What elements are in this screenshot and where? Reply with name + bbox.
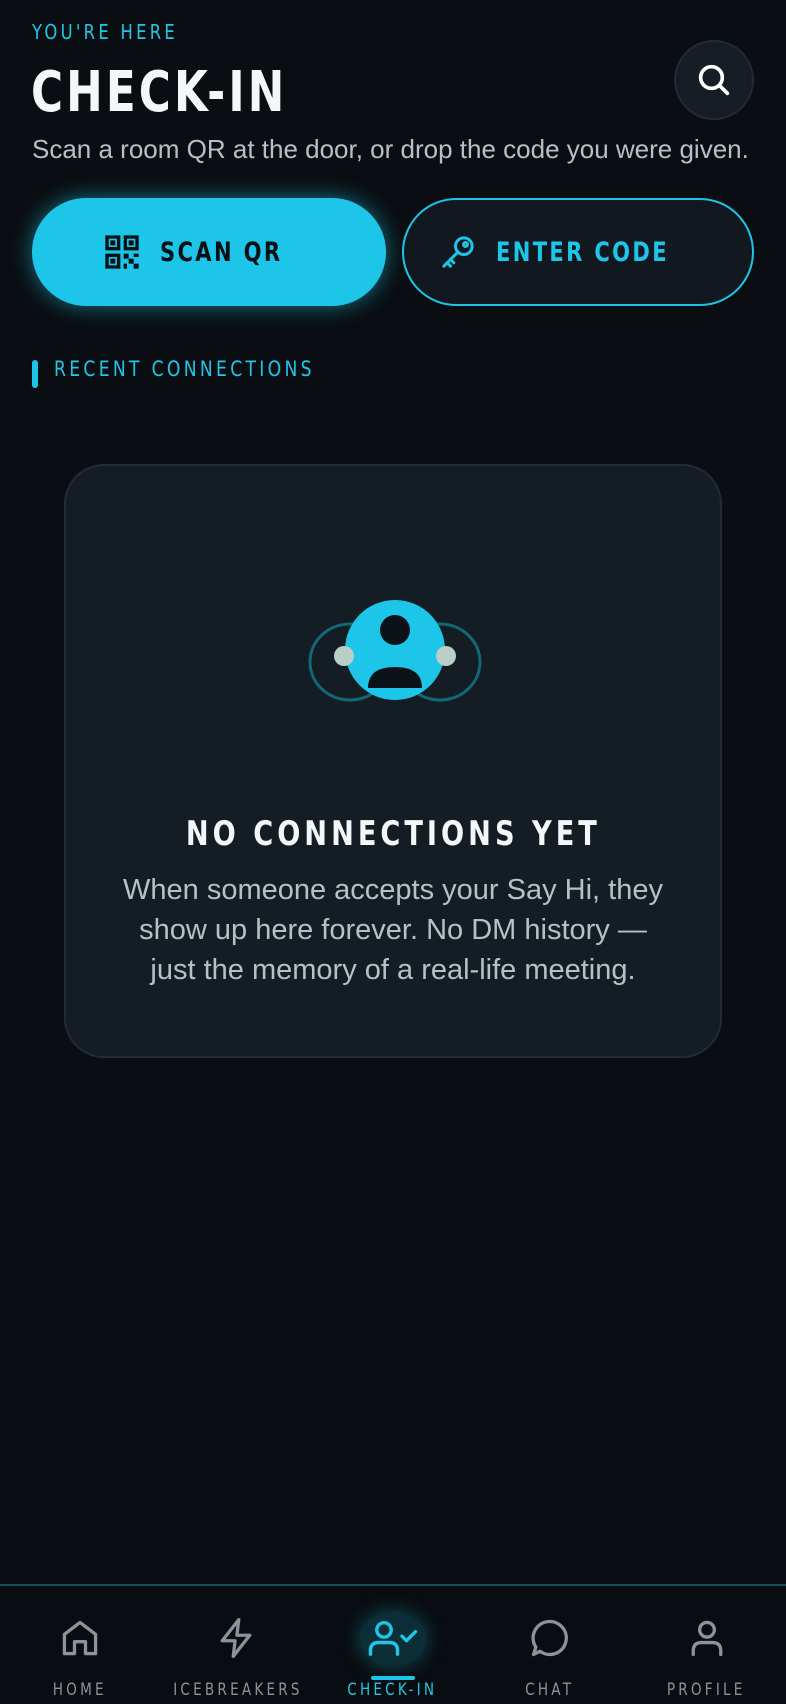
page-subtitle: Scan a room QR at the door, or drop the … bbox=[32, 134, 749, 164]
enter-code-label: ENTER CODE bbox=[496, 236, 670, 268]
section-accent-bar bbox=[32, 360, 38, 388]
user-icon bbox=[691, 1620, 722, 1657]
nav-item-home[interactable]: HOME bbox=[1, 1586, 158, 1704]
recent-connections-header: RECENT CONNECTIONS bbox=[32, 350, 372, 388]
nav-item-check-in[interactable]: CHECK-IN bbox=[314, 1586, 471, 1704]
page-title: CHECK-IN bbox=[31, 60, 288, 125]
scan-qr-button[interactable]: SCAN QR bbox=[32, 198, 386, 306]
nav-label-profile: PROFILE bbox=[667, 1680, 746, 1696]
bottom-nav: HOME ICEBREAKERS CHECK-IN CHAT PROFILE bbox=[0, 1584, 786, 1704]
empty-state-title: NO CONNECTIONS YET bbox=[185, 814, 601, 854]
nav-label-icebreakers: ICEBREAKERS bbox=[173, 1680, 303, 1696]
page-eyebrow: YOU'RE HERE bbox=[32, 20, 179, 44]
connections-icon bbox=[308, 600, 482, 702]
lightning-icon bbox=[220, 1618, 251, 1658]
nav-label-home: HOME bbox=[52, 1680, 107, 1696]
section-label: RECENT CONNECTIONS bbox=[54, 357, 315, 381]
empty-state-card: NO CONNECTIONS YET When someone accepts … bbox=[64, 464, 722, 1058]
nav-item-chat[interactable]: CHAT bbox=[471, 1586, 628, 1704]
home-icon bbox=[62, 1620, 97, 1656]
nav-item-icebreakers[interactable]: ICEBREAKERS bbox=[157, 1586, 314, 1704]
scan-qr-label: SCAN QR bbox=[159, 236, 282, 268]
user-check-icon bbox=[368, 1620, 417, 1656]
empty-state-body: When someone accepts your Say Hi, they s… bbox=[123, 874, 663, 986]
enter-code-button[interactable]: ENTER CODE bbox=[402, 198, 754, 306]
nav-label-check-in: CHECK-IN bbox=[347, 1680, 438, 1696]
chat-bubble-icon bbox=[530, 1619, 568, 1657]
key-icon bbox=[442, 236, 474, 268]
search-icon bbox=[698, 64, 730, 96]
search-button[interactable] bbox=[674, 40, 754, 120]
qr-code-icon bbox=[104, 235, 139, 269]
nav-item-profile[interactable]: PROFILE bbox=[628, 1586, 785, 1704]
nav-label-chat: CHAT bbox=[524, 1680, 575, 1696]
